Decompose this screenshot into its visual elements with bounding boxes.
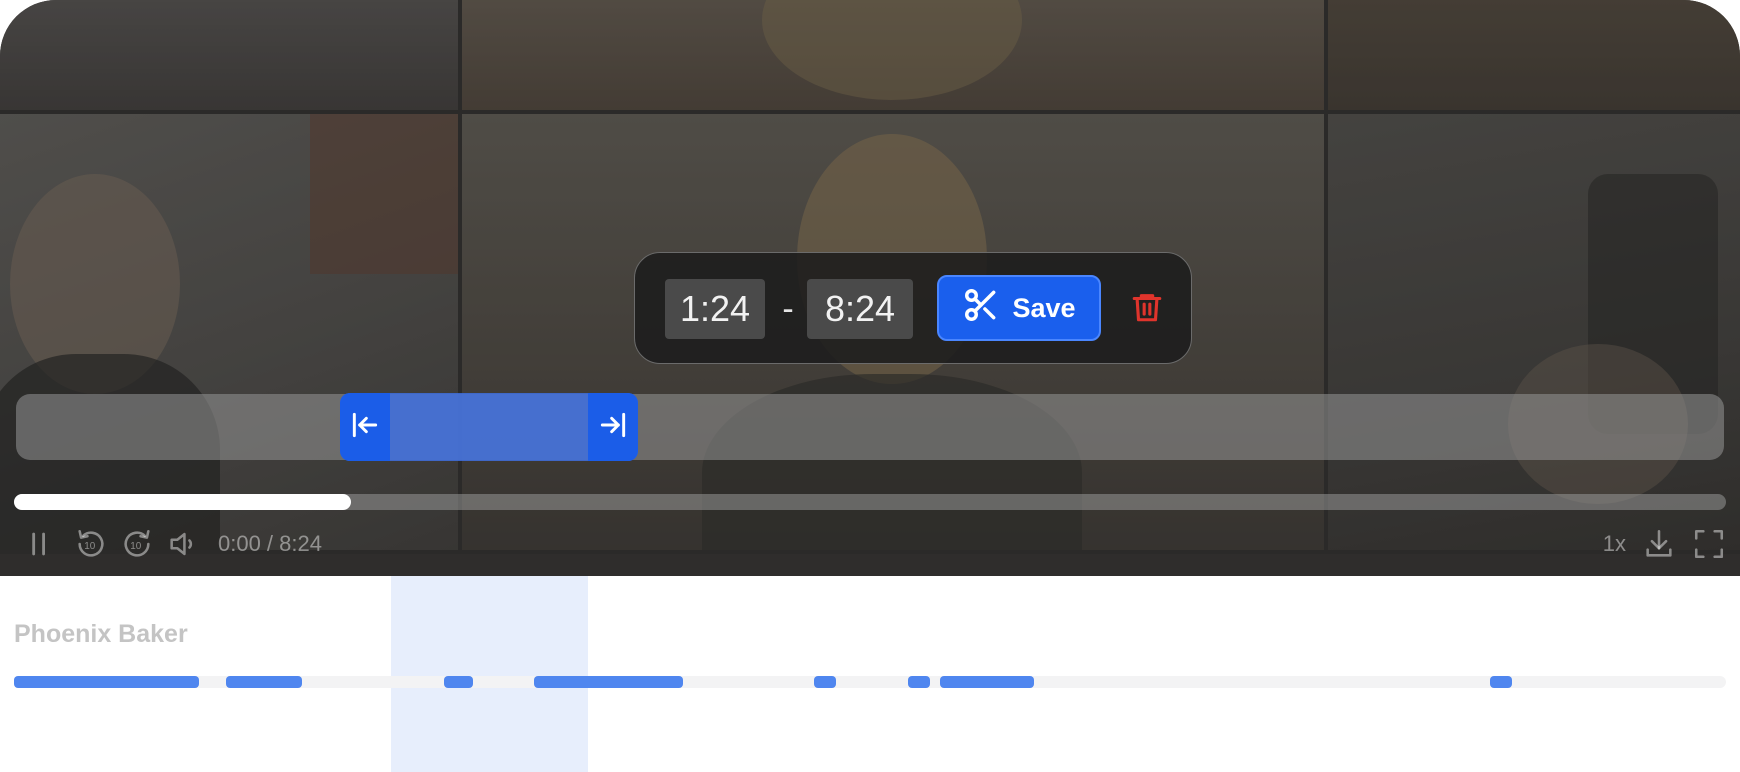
- volume-icon[interactable]: [166, 527, 200, 561]
- scissors-icon: [962, 286, 1000, 331]
- playback-speed[interactable]: 1x: [1603, 531, 1626, 557]
- trash-icon: [1130, 289, 1164, 330]
- speaker-segment[interactable]: [813, 676, 836, 688]
- forward-10-icon[interactable]: 10: [120, 527, 154, 561]
- speaker-segment[interactable]: [1489, 676, 1512, 688]
- trim-start-time[interactable]: 1:24: [665, 279, 765, 339]
- svg-text:10: 10: [130, 541, 142, 552]
- arrow-to-left-bar-icon: [349, 409, 381, 446]
- player-controls-right: 1x: [1603, 524, 1726, 564]
- playback-progress-fill: [14, 494, 352, 510]
- download-icon[interactable]: [1642, 527, 1676, 561]
- save-button[interactable]: Save: [937, 275, 1101, 341]
- speaker-segment[interactable]: [226, 676, 302, 688]
- trim-range-track[interactable]: [16, 394, 1724, 460]
- svg-text:10: 10: [84, 541, 96, 552]
- trim-start-handle[interactable]: [340, 393, 390, 461]
- speaker-name: Phoenix Baker: [14, 620, 188, 648]
- speaker-segment[interactable]: [443, 676, 473, 688]
- video-player[interactable]: 1:24 - 8:24 Save 10 10 0:00 / 8:24 1x: [0, 0, 1740, 576]
- trim-end-handle[interactable]: [588, 393, 638, 461]
- time-separator: -: [782, 290, 794, 328]
- trim-selection-highlight: [391, 576, 588, 772]
- delete-button[interactable]: [1125, 287, 1169, 331]
- speaker-timeline[interactable]: [14, 676, 1726, 688]
- speaker-segment[interactable]: [534, 676, 684, 688]
- save-button-label: Save: [1012, 292, 1076, 323]
- fullscreen-icon[interactable]: [1692, 527, 1726, 561]
- trim-selection[interactable]: [340, 393, 638, 461]
- current-time-readout: 0:00 / 8:24: [218, 531, 322, 556]
- speaker-segment[interactable]: [940, 676, 1035, 688]
- trim-toolbar: 1:24 - 8:24 Save: [634, 252, 1192, 364]
- pause-icon[interactable]: [28, 527, 62, 561]
- arrow-to-right-bar-icon: [597, 409, 629, 446]
- trim-end-time[interactable]: 8:24: [807, 279, 913, 339]
- rewind-10-icon[interactable]: 10: [74, 527, 108, 561]
- speaker-segment[interactable]: [907, 676, 930, 688]
- player-controls: 10 10 0:00 / 8:24: [28, 524, 322, 564]
- playback-progress-bar[interactable]: [14, 494, 1726, 510]
- speaker-segment[interactable]: [14, 676, 199, 688]
